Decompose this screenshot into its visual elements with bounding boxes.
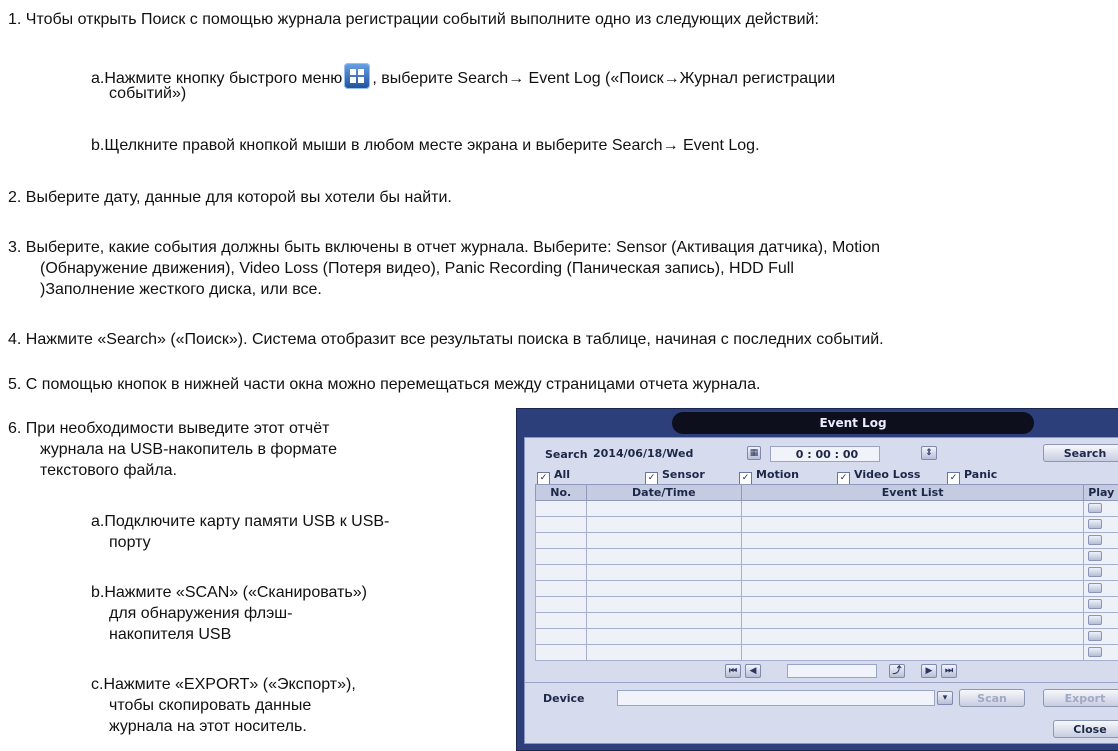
event-log-table: No. Date/Time Event List Play <box>535 484 1118 661</box>
play-button[interactable] <box>1088 583 1102 593</box>
go-page-icon[interactable]: ⤴ <box>889 664 905 678</box>
device-label: Device <box>543 692 585 705</box>
step-3-line-3: )Заполнение жесткого диска, или все. <box>40 280 322 300</box>
step-6-line-1: 6. При необходимости выведите этот отчёт <box>8 419 329 439</box>
play-button[interactable] <box>1088 551 1102 561</box>
step-3-line-2: (Обнаружение движения), Video Loss (Поте… <box>40 259 794 279</box>
step-6b-line-3: накопителя USB <box>109 625 231 645</box>
event-log-window: Event Log Search 2014/06/18/Wed ▦ 0 : 00… <box>516 408 1118 751</box>
calendar-icon[interactable]: ▦ <box>747 446 761 460</box>
step-6-line-3: текстового файла. <box>40 461 177 481</box>
divider <box>525 682 1118 683</box>
play-button[interactable] <box>1088 535 1102 545</box>
table-row[interactable] <box>536 565 1118 581</box>
last-page-icon[interactable]: ⏭ <box>941 664 957 678</box>
checkbox-panic-label: Panic <box>964 468 997 481</box>
step-1a-continuation: событий») <box>109 84 186 104</box>
event-log-rows <box>536 501 1118 661</box>
table-row[interactable] <box>536 645 1118 661</box>
table-row[interactable] <box>536 581 1118 597</box>
table-row[interactable] <box>536 533 1118 549</box>
step-1b-text: b.Щелкните правой кнопкой мыши в любом м… <box>91 136 760 156</box>
event-log-title: Event Log <box>672 412 1034 434</box>
device-field[interactable] <box>617 690 935 706</box>
next-page-icon[interactable]: ▶ <box>921 664 937 678</box>
table-row[interactable] <box>536 501 1118 517</box>
play-button[interactable] <box>1088 615 1102 625</box>
step-6c-line-3: журнала на этот носитель. <box>109 717 307 737</box>
time-spinner-icon[interactable]: ⇕ <box>921 446 937 460</box>
step-1a-text: a.Нажмите кнопку быстрого меню, выберите… <box>91 63 835 89</box>
step-6a-line-2: порту <box>109 533 151 553</box>
table-row[interactable] <box>536 549 1118 565</box>
scan-button[interactable]: Scan <box>959 689 1025 707</box>
checkbox-sensor[interactable]: ✓Sensor <box>645 468 705 485</box>
step-6-line-2: журнала на USB-накопитель в формате <box>40 440 337 460</box>
previous-page-icon[interactable]: ◀ <box>745 664 761 678</box>
step-6c-line-2: чтобы скопировать данные <box>109 696 311 716</box>
page-field <box>787 664 877 678</box>
table-row[interactable] <box>536 517 1118 533</box>
play-button[interactable] <box>1088 519 1102 529</box>
column-play: Play <box>1084 485 1118 501</box>
step-1-text: 1. Чтобы открыть Поиск с помощью журнала… <box>8 10 819 30</box>
play-button[interactable] <box>1088 647 1102 657</box>
column-event-list: Event List <box>742 485 1084 501</box>
table-row[interactable] <box>536 597 1118 613</box>
play-button[interactable] <box>1088 567 1102 577</box>
checkbox-motion-label: Motion <box>756 468 799 481</box>
step-6b-line-2: для обнаружения флэш- <box>109 604 292 624</box>
quick-menu-icon <box>344 63 370 89</box>
play-button[interactable] <box>1088 631 1102 641</box>
first-page-icon[interactable]: ⏮ <box>725 664 741 678</box>
table-row[interactable] <box>536 629 1118 645</box>
table-row[interactable] <box>536 613 1118 629</box>
checkbox-motion[interactable]: ✓Motion <box>739 468 799 485</box>
step-5-text: 5. С помощью кнопок в нижней части окна … <box>8 375 760 395</box>
step-6c-line-1: c.Нажмите «EXPORT» («Экспорт»), <box>91 675 356 695</box>
export-button[interactable]: Export <box>1043 689 1118 707</box>
search-label: Search <box>545 448 588 461</box>
checkbox-video-loss-label: Video Loss <box>854 468 920 481</box>
step-6b-line-1: b.Нажмите «SCAN» («Сканировать») <box>91 583 367 603</box>
play-button[interactable] <box>1088 599 1102 609</box>
checkbox-all-label: All <box>554 468 570 481</box>
step-1a-after: , выберите Search→ Event Log («Поиск→Жур… <box>372 70 835 87</box>
checkbox-sensor-label: Sensor <box>662 468 705 481</box>
step-6a-line-1: a.Подключите карту памяти USB к USB- <box>91 512 389 532</box>
column-no: No. <box>536 485 587 501</box>
date-field[interactable]: 2014/06/18/Wed <box>589 446 693 462</box>
event-log-panel: Search 2014/06/18/Wed ▦ 0 : 00 : 00 ⇕ Se… <box>524 437 1118 744</box>
column-datetime: Date/Time <box>586 485 742 501</box>
checkbox-video-loss[interactable]: ✓Video Loss <box>837 468 920 485</box>
step-2-text: 2. Выберите дату, данные для которой вы … <box>8 188 452 208</box>
time-field[interactable]: 0 : 00 : 00 <box>770 446 880 462</box>
play-button[interactable] <box>1088 503 1102 513</box>
checkbox-panic[interactable]: ✓Panic <box>947 468 997 485</box>
step-3-line-1: 3. Выберите, какие события должны быть в… <box>8 238 880 258</box>
device-dropdown-icon[interactable]: ▾ <box>937 691 953 705</box>
checkbox-all[interactable]: ✓All <box>537 468 570 485</box>
step-4-text: 4. Нажмите «Search» («Поиск»). Система о… <box>8 330 884 350</box>
close-button[interactable]: Close <box>1053 720 1118 738</box>
search-button[interactable]: Search <box>1043 444 1118 462</box>
